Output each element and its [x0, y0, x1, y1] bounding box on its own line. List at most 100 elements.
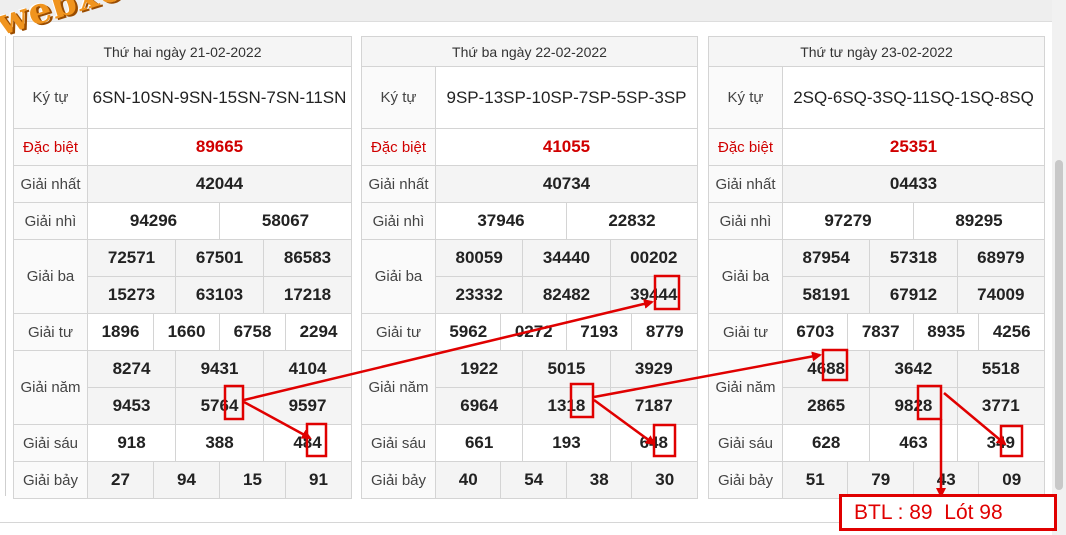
prize-5: 3771	[956, 387, 1046, 425]
prize-2: 97279	[782, 202, 914, 240]
label-giai-nam: Giải năm	[13, 350, 88, 425]
prize-4: 0272	[500, 313, 567, 351]
prize-5: 7187	[609, 387, 699, 425]
prize-3: 23332	[434, 276, 524, 314]
prize-5: 5015	[522, 350, 611, 388]
label-giai-sau: Giải sáu	[13, 424, 88, 462]
result-table-1: Thứ hai ngày 21-02-2022 Ký tự 6SN-10SN-9S…	[13, 36, 352, 499]
prize-5: 6964	[434, 387, 524, 425]
ky-tu-value: 6SN-10SN-9SN-15SN-7SN-11SN	[87, 66, 352, 129]
scrollbar[interactable]	[1052, 0, 1066, 535]
label-giai-bay: Giải bảy	[708, 461, 783, 499]
label-giai-sau: Giải sáu	[361, 424, 436, 462]
label-ky-tu: Ký tự	[708, 66, 783, 129]
prize-special: 89665	[87, 128, 352, 166]
prize-5: 4688	[781, 350, 871, 388]
btl-annotation: BTL : 89 Lót 98	[839, 494, 1057, 531]
label-giai-nhi: Giải nhì	[361, 202, 436, 240]
label-giai-tu: Giải tư	[708, 313, 783, 351]
prize-3: 63103	[175, 276, 264, 314]
prize-3: 67501	[175, 239, 264, 277]
label-giai-nam: Giải năm	[361, 350, 436, 425]
label-ky-tu: Ký tự	[361, 66, 436, 129]
prize-5: 5518	[956, 350, 1046, 388]
table-date-header: Thứ hai ngày 21-02-2022	[13, 36, 352, 67]
label-giai-nhat: Giải nhất	[13, 165, 88, 203]
label-giai-nhi: Giải nhì	[708, 202, 783, 240]
label-giai-tu: Giải tư	[13, 313, 88, 351]
prize-3: 00202	[609, 239, 699, 277]
prize-2: 58067	[219, 202, 352, 240]
prize-3: 57318	[869, 239, 958, 277]
label-dac-biet: Đặc biệt	[708, 128, 783, 166]
prize-3: 67912	[869, 276, 958, 314]
prize-5: 2865	[781, 387, 871, 425]
result-table-2: Thứ ba ngày 22-02-2022 Ký tự 9SP-13SP-10S…	[361, 36, 699, 499]
prize-3: 34440	[522, 239, 611, 277]
prize-1: 42044	[87, 165, 352, 203]
label-giai-bay: Giải bảy	[13, 461, 88, 499]
prize-1: 40734	[435, 165, 698, 203]
prize-7: 79	[847, 461, 914, 499]
prize-7: 94	[153, 461, 220, 499]
label-giai-ba: Giải ba	[361, 239, 436, 314]
prize-5: 3642	[869, 350, 958, 388]
table-date-header: Thứ tư ngày 23-02-2022	[708, 36, 1045, 67]
result-table-3: Thứ tư ngày 23-02-2022 Ký tự 2SQ-6SQ-3SQ-…	[708, 36, 1046, 499]
prize-4: 7193	[565, 313, 633, 351]
prize-special: 25351	[782, 128, 1045, 166]
prize-4: 6758	[219, 313, 286, 351]
prize-7: 40	[434, 461, 502, 499]
prize-4: 8779	[631, 313, 698, 351]
prize-5: 3929	[609, 350, 699, 388]
prize-4: 5962	[434, 313, 502, 351]
top-bar	[0, 0, 1052, 22]
prize-6: 388	[175, 424, 264, 462]
label-giai-nhat: Giải nhất	[708, 165, 783, 203]
prize-5: 1922	[434, 350, 524, 388]
prize-3: 80059	[434, 239, 524, 277]
prize-6: 918	[87, 424, 176, 462]
label-giai-tu: Giải tư	[361, 313, 436, 351]
prize-7: 91	[285, 461, 352, 499]
prize-4: 6703	[781, 313, 849, 351]
prize-special: 41055	[435, 128, 698, 166]
prize-5: 9453	[87, 387, 176, 425]
prize-3: 82482	[522, 276, 611, 314]
prize-5: 8274	[87, 350, 176, 388]
prize-6: 349	[956, 424, 1046, 462]
prize-7: 30	[631, 461, 698, 499]
prize-7: 43	[912, 461, 980, 499]
prize-2: 94296	[87, 202, 220, 240]
prize-2: 22832	[565, 202, 699, 240]
prize-5: 9828	[869, 387, 958, 425]
prize-5: 9431	[175, 350, 264, 388]
prize-3: 74009	[956, 276, 1046, 314]
prize-3: 58191	[781, 276, 871, 314]
prize-6: 484	[263, 424, 352, 462]
prize-7: 27	[87, 461, 154, 499]
prize-7: 15	[219, 461, 286, 499]
prize-5: 4104	[263, 350, 352, 388]
label-giai-bay: Giải bảy	[361, 461, 436, 499]
prize-5: 9597	[263, 387, 352, 425]
prize-5: 5764	[175, 387, 264, 425]
prize-4: 7837	[847, 313, 914, 351]
prize-6: 628	[781, 424, 871, 462]
prize-7: 38	[565, 461, 633, 499]
prize-7: 54	[500, 461, 567, 499]
prize-6: 661	[434, 424, 524, 462]
label-dac-biet: Đặc biệt	[361, 128, 436, 166]
prize-6: 193	[522, 424, 611, 462]
prize-3: 87954	[781, 239, 871, 277]
table-date-header: Thứ ba ngày 22-02-2022	[361, 36, 698, 67]
label-giai-nhat: Giải nhất	[361, 165, 436, 203]
ky-tu-value: 9SP-13SP-10SP-7SP-5SP-3SP	[435, 66, 698, 129]
prize-6: 648	[609, 424, 699, 462]
prize-3: 17218	[263, 276, 352, 314]
prize-3: 68979	[956, 239, 1046, 277]
scrollbar-thumb[interactable]	[1055, 160, 1063, 490]
label-ky-tu: Ký tự	[13, 66, 88, 129]
prize-4: 1896	[87, 313, 154, 351]
prize-4: 8935	[912, 313, 980, 351]
